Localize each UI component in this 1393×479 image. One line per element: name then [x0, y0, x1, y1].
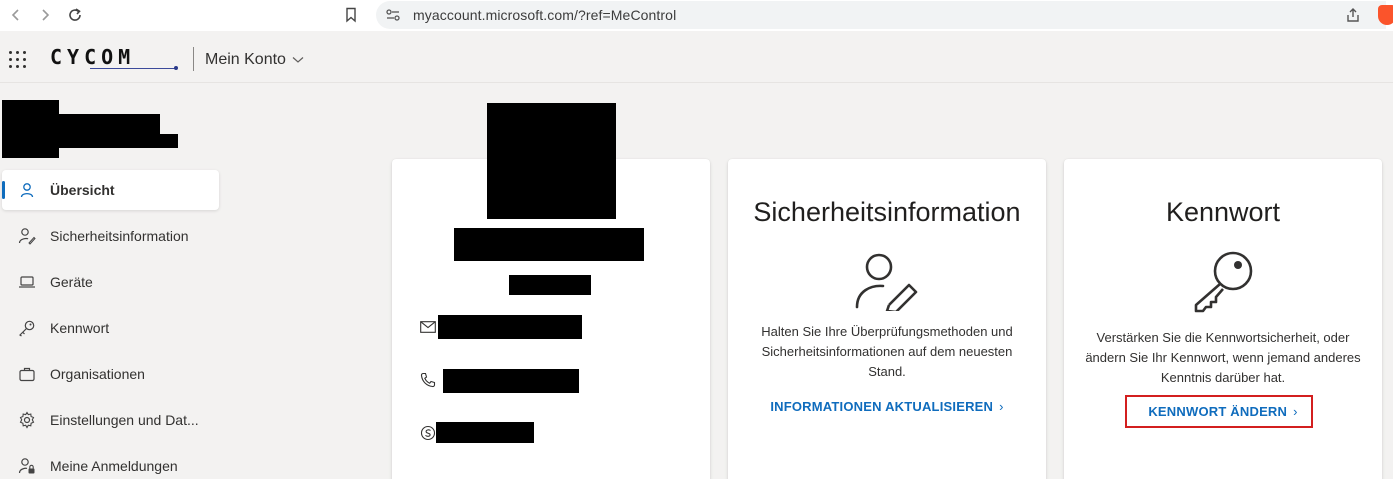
back-icon[interactable] — [6, 5, 26, 25]
share-icon[interactable] — [1344, 6, 1362, 24]
bookmark-icon[interactable] — [341, 5, 361, 25]
briefcase-icon — [18, 365, 36, 383]
url-text[interactable]: myaccount.microsoft.com/?ref=MeControl — [413, 7, 676, 23]
person-icon — [18, 181, 36, 199]
brave-icon[interactable] — [1378, 5, 1393, 25]
redacted-display-name — [454, 228, 644, 261]
key-icon — [1191, 247, 1257, 318]
chevron-down-icon — [292, 51, 304, 69]
security-info-description: Halten Sie Ihre Überprüfungsmethoden und… — [761, 324, 1013, 379]
update-info-link[interactable]: INFORMATIONEN AKTUALISIEREN › — [728, 399, 1046, 414]
site-settings-icon[interactable] — [384, 6, 402, 24]
app-launcher-icon[interactable] — [9, 51, 26, 68]
sidebar-item-password[interactable]: Kennwort — [0, 308, 225, 348]
gear-icon — [18, 411, 36, 429]
logo-underline — [90, 68, 176, 69]
password-description: Verstärken Sie die Kennwortsicherheit, o… — [1085, 330, 1361, 385]
change-password-highlight — [1125, 395, 1313, 428]
mail-icon — [419, 318, 437, 336]
sidebar-item-label: Meine Anmeldungen — [50, 458, 178, 474]
sidebar-item-label: Kennwort — [50, 320, 110, 336]
security-info-card: Sicherheitsinformation Halten Sie Ihre Ü… — [728, 159, 1046, 479]
sidebar-item-organizations[interactable]: Organisationen — [0, 354, 225, 394]
forward-icon[interactable] — [35, 5, 55, 25]
address-bar[interactable]: myaccount.microsoft.com/?ref=MeControl — [376, 1, 1393, 29]
account-menu[interactable]: Mein Konto — [205, 51, 304, 69]
sidebar-item-label: Einstellungen und Dat... — [50, 412, 199, 428]
password-card: Kennwort Verstärken Sie die Kennwortsich… — [1064, 159, 1382, 479]
person-lock-icon — [18, 457, 36, 475]
person-edit-icon — [853, 249, 921, 316]
person-edit-icon — [18, 227, 36, 245]
chevron-right-icon: › — [999, 399, 1004, 414]
sidebar-item-label: Sicherheitsinformation — [50, 228, 189, 244]
account-menu-label: Mein Konto — [205, 51, 286, 68]
sidebar: Übersicht Sicherheitsinformation Geräte … — [0, 170, 225, 479]
redacted-email — [438, 315, 582, 339]
sidebar-item-settings-privacy[interactable]: Einstellungen und Dat... — [0, 400, 225, 440]
sidebar-item-label: Organisationen — [50, 366, 145, 382]
sidebar-item-security-info[interactable]: Sicherheitsinformation — [0, 216, 225, 256]
key-icon — [18, 319, 36, 337]
sidebar-item-devices[interactable]: Geräte — [0, 262, 225, 302]
logo-dot — [174, 66, 178, 70]
sidebar-item-label: Übersicht — [50, 182, 115, 198]
phone-icon — [419, 371, 437, 389]
browser-toolbar: myaccount.microsoft.com/?ref=MeControl — [0, 0, 1393, 31]
redacted-profile-photo — [487, 103, 616, 219]
redacted-phone — [443, 369, 579, 393]
update-info-label: INFORMATIONEN AKTUALISIEREN — [770, 399, 994, 414]
redacted-user-name — [2, 100, 59, 158]
header-divider — [193, 47, 194, 71]
security-info-title: Sicherheitsinformation — [753, 197, 1021, 227]
sidebar-item-label: Geräte — [50, 274, 93, 290]
sidebar-item-my-sign-ins[interactable]: Meine Anmeldungen — [0, 446, 225, 479]
skype-icon — [419, 424, 437, 442]
app-header: CYCOM Mein Konto — [0, 35, 1393, 83]
sidebar-item-overview[interactable]: Übersicht — [2, 170, 219, 210]
reload-icon[interactable] — [65, 5, 85, 25]
redacted-user-name-3 — [57, 134, 178, 148]
redacted-skype — [436, 422, 534, 443]
redacted-job-title — [509, 275, 591, 295]
password-title: Kennwort — [1165, 197, 1281, 227]
company-logo[interactable]: CYCOM — [50, 45, 135, 69]
laptop-icon — [18, 273, 36, 291]
